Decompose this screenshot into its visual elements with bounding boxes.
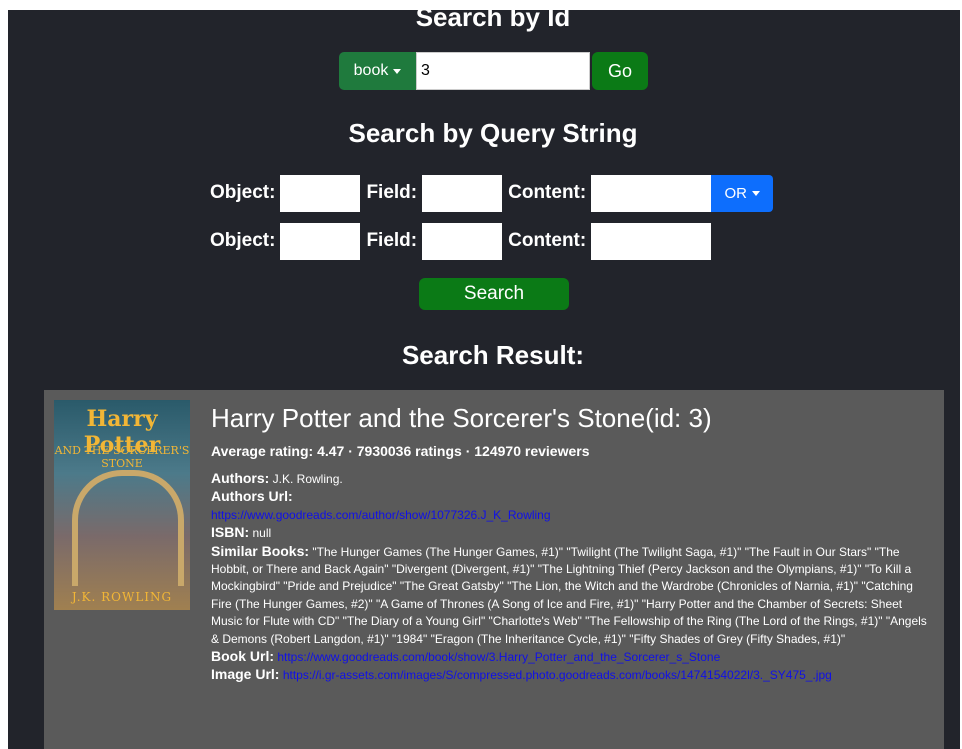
type-dropdown[interactable]: book	[339, 52, 416, 90]
field-label: Field:	[366, 230, 418, 251]
authors-row: Authors: J.K. Rowling.	[211, 470, 931, 488]
field-input-1[interactable]	[422, 174, 503, 212]
image-url-label: Image Url:	[211, 666, 280, 683]
authors-label: Authors:	[211, 470, 270, 486]
content-input-2[interactable]	[591, 222, 712, 260]
caret-down-icon	[393, 68, 402, 74]
authors-url-row-link: https://www.goodreads.com/author/show/10…	[211, 507, 931, 524]
search-by-query-title: Search by Query String	[348, 118, 638, 148]
search-button[interactable]: Search	[419, 278, 569, 310]
object-label: Object:	[210, 182, 276, 203]
book-info: Authors: J.K. Rowling. Authors Url: http…	[211, 470, 931, 685]
operator-dropdown[interactable]: OR	[711, 174, 774, 212]
operator-label: OR	[724, 184, 747, 202]
field-input-2[interactable]	[422, 222, 503, 260]
similar-books-row: Similar Books: "The Hunger Games (The Hu…	[211, 543, 931, 648]
content-label: Content:	[508, 230, 587, 251]
isbn-value: null	[252, 526, 272, 541]
isbn-label: ISBN:	[211, 524, 250, 541]
content-label: Content:	[508, 182, 587, 203]
query-row-2: Object: Field: Content:	[210, 222, 717, 260]
authors-url-label: Authors Url:	[211, 488, 293, 505]
cover-arch-graphic	[72, 470, 184, 586]
type-dropdown-label: book	[353, 62, 389, 79]
cover-subtitle-text: AND THE SORCERER'S STONE	[54, 444, 190, 470]
authors-url-row: Authors Url:	[211, 488, 931, 506]
book-url-label: Book Url:	[211, 648, 274, 665]
go-button[interactable]: Go	[592, 52, 648, 90]
object-label: Object:	[210, 230, 276, 251]
cover-author-text: J.K. ROWLING	[71, 590, 173, 604]
authors-url-link[interactable]: https://www.goodreads.com/author/show/10…	[211, 508, 551, 522]
similar-books-label: Similar Books:	[211, 542, 310, 559]
page: Search by Id book Go Search by Query Str…	[8, 2, 960, 749]
book-cover-image: Harry Potter AND THE SORCERER'S STONE J.…	[54, 400, 190, 610]
similar-books-value: "The Hunger Games (The Hunger Games, #1)…	[211, 544, 927, 646]
search-by-id-title: Search by Id	[415, 2, 571, 32]
object-input-1[interactable]	[280, 174, 361, 212]
id-input[interactable]	[416, 52, 590, 90]
search-by-id-row: book Go	[339, 52, 648, 90]
book-title: Harry Potter and the Sorcerer's Stone(id…	[211, 403, 712, 433]
search-result-title: Search Result:	[401, 340, 585, 370]
book-url-row: Book Url: https://www.goodreads.com/book…	[211, 648, 931, 666]
book-url-link[interactable]: https://www.goodreads.com/book/show/3.Ha…	[277, 650, 720, 664]
caret-down-icon	[751, 190, 760, 196]
rating-line: Average rating: 4.47 · 7930036 ratings ·…	[211, 443, 590, 459]
image-url-row: Image Url: https://i.gr-assets.com/image…	[211, 666, 931, 684]
result-card: Harry Potter AND THE SORCERER'S STONE J.…	[44, 390, 944, 749]
content-input-1[interactable]	[591, 174, 712, 212]
isbn-row: ISBN: null	[211, 524, 931, 542]
object-input-2[interactable]	[280, 222, 361, 260]
query-row-1: Object: Field: Content: OR	[210, 174, 774, 212]
field-label: Field:	[366, 182, 418, 203]
image-url-link[interactable]: https://i.gr-assets.com/images/S/compres…	[283, 668, 832, 682]
authors-value: J.K. Rowling.	[272, 472, 343, 486]
